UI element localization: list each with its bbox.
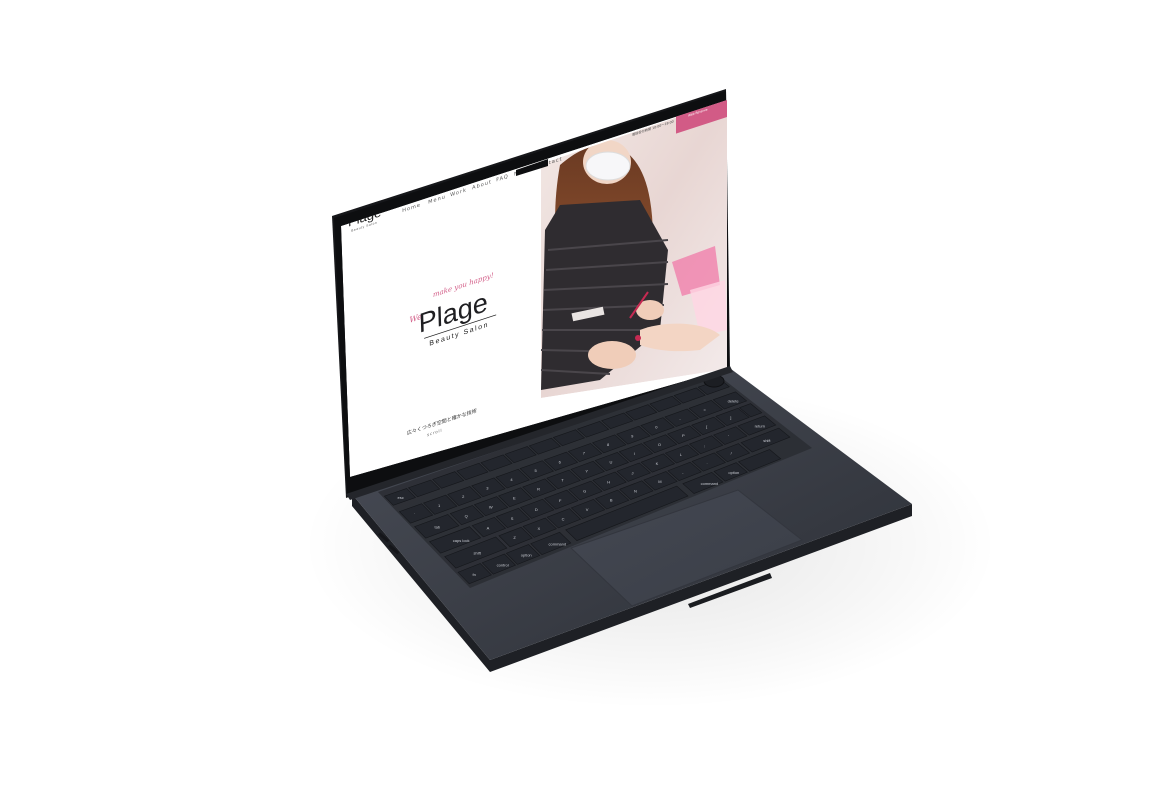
key-shift-left-label: shift	[473, 551, 481, 556]
key-E-label: E	[513, 495, 516, 500]
laptop-mockup: esc`1234567890-=deletetabQWERTYUIOP[]cap…	[332, 89, 912, 672]
key-tab-label: tab	[435, 524, 441, 529]
key-home-2-label: D	[535, 507, 538, 512]
key-control-label: control	[497, 562, 509, 567]
key-bottom-4-label: B	[610, 498, 613, 503]
key-Q-label: Q	[465, 513, 468, 518]
key-home-4-label: G	[583, 489, 586, 494]
key-esc-label: esc	[398, 495, 404, 500]
key-bottom-5-label: N	[634, 488, 637, 493]
key-O-label: O	[658, 442, 661, 447]
key-I-label: I	[634, 451, 635, 456]
key-U-label: U	[610, 460, 613, 465]
key-Y-label: Y	[585, 469, 588, 474]
key-option-label: option	[521, 553, 532, 558]
key-shift-right-label: shift	[763, 438, 771, 443]
key-return-label: return	[755, 424, 765, 429]
key-home-1-label: S	[511, 516, 514, 521]
key-command-left-label: command	[549, 542, 567, 547]
key-bottom-8-label: .	[706, 460, 707, 465]
key-home-5-label: H	[607, 479, 610, 484]
key-delete-label: delete	[728, 398, 740, 403]
key-home-7-label: K	[656, 461, 659, 466]
key-R-label: R	[537, 487, 540, 492]
key-home-0-label: A	[487, 525, 490, 530]
key-bottom-7-label: ,	[682, 470, 683, 475]
key-bottom-6-label: M	[658, 479, 661, 484]
key-home-6-label: J	[631, 470, 633, 475]
key-P-label: P	[682, 433, 685, 438]
key-fn-label: fn	[472, 572, 475, 577]
key-caps-lock-label: caps lock	[453, 538, 470, 543]
key-command-right-label: command	[701, 481, 719, 486]
key-bottom-2-label: C	[562, 516, 565, 521]
key-W-label: W	[489, 504, 493, 509]
key-bottom-1-label: X	[537, 526, 540, 531]
key-option-right-label: option	[728, 470, 739, 475]
key-]-label: ]	[730, 415, 731, 420]
key-home-9-label: ;	[704, 443, 705, 448]
key-bottom-3-label: V	[586, 507, 589, 512]
